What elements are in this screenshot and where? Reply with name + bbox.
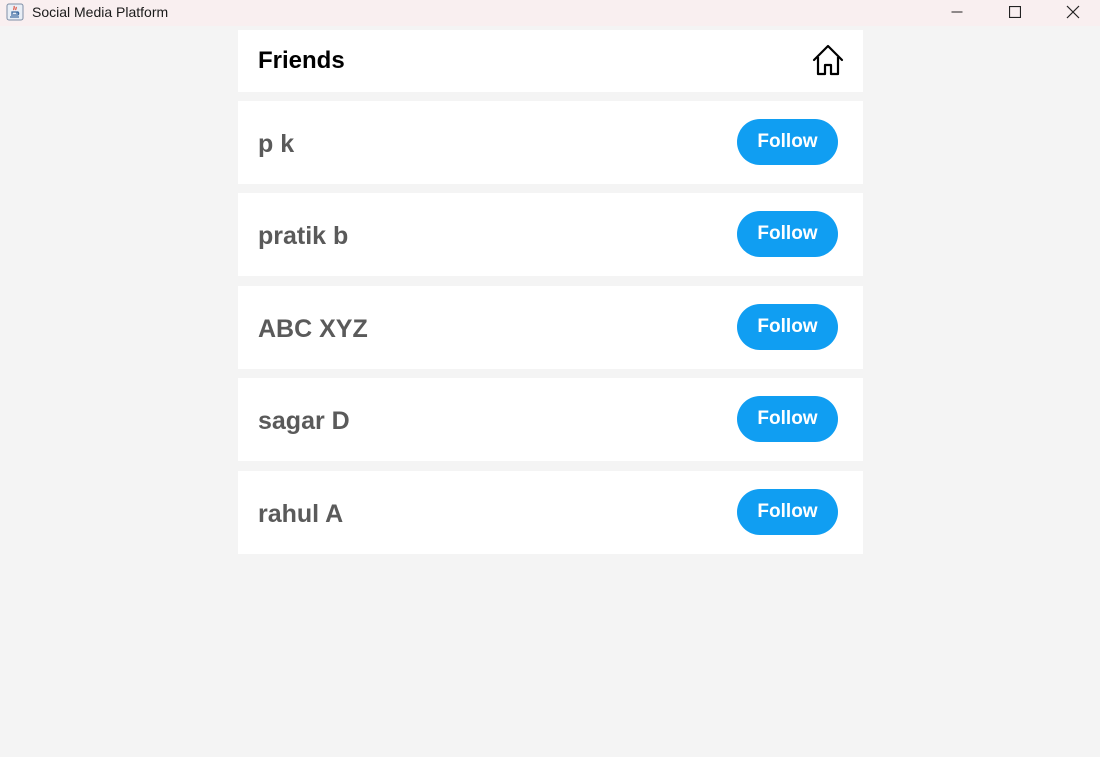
friend-name: rahul A [258, 500, 344, 528]
list-item: ABC XYZ Follow [238, 286, 863, 369]
maximize-icon [1009, 6, 1021, 18]
close-button[interactable] [1050, 0, 1096, 24]
list-item: p k Follow [238, 101, 863, 184]
page-title: Friends [258, 47, 345, 74]
follow-button[interactable]: Follow [737, 304, 838, 350]
minimize-button[interactable] [934, 0, 980, 24]
window-titlebar[interactable]: Social Media Platform [0, 0, 1100, 26]
follow-button[interactable]: Follow [737, 489, 838, 535]
maximize-button[interactable] [992, 0, 1038, 24]
close-icon [1066, 5, 1080, 19]
friends-header: Friends [238, 30, 863, 92]
friend-name: p k [258, 130, 295, 158]
java-app-icon [6, 3, 24, 21]
list-item: pratik b Follow [238, 193, 863, 276]
list-item: rahul A Follow [238, 471, 863, 554]
home-button[interactable] [810, 42, 846, 78]
list-item: sagar D Follow [238, 378, 863, 461]
home-icon [812, 44, 844, 76]
follow-button[interactable]: Follow [737, 396, 838, 442]
friend-name: ABC XYZ [258, 315, 368, 343]
follow-button[interactable]: Follow [737, 119, 838, 165]
window-title: Social Media Platform [32, 4, 169, 20]
friend-name: sagar D [258, 407, 350, 435]
minimize-icon [951, 11, 963, 13]
friend-name: pratik b [258, 222, 349, 250]
follow-button[interactable]: Follow [737, 211, 838, 257]
